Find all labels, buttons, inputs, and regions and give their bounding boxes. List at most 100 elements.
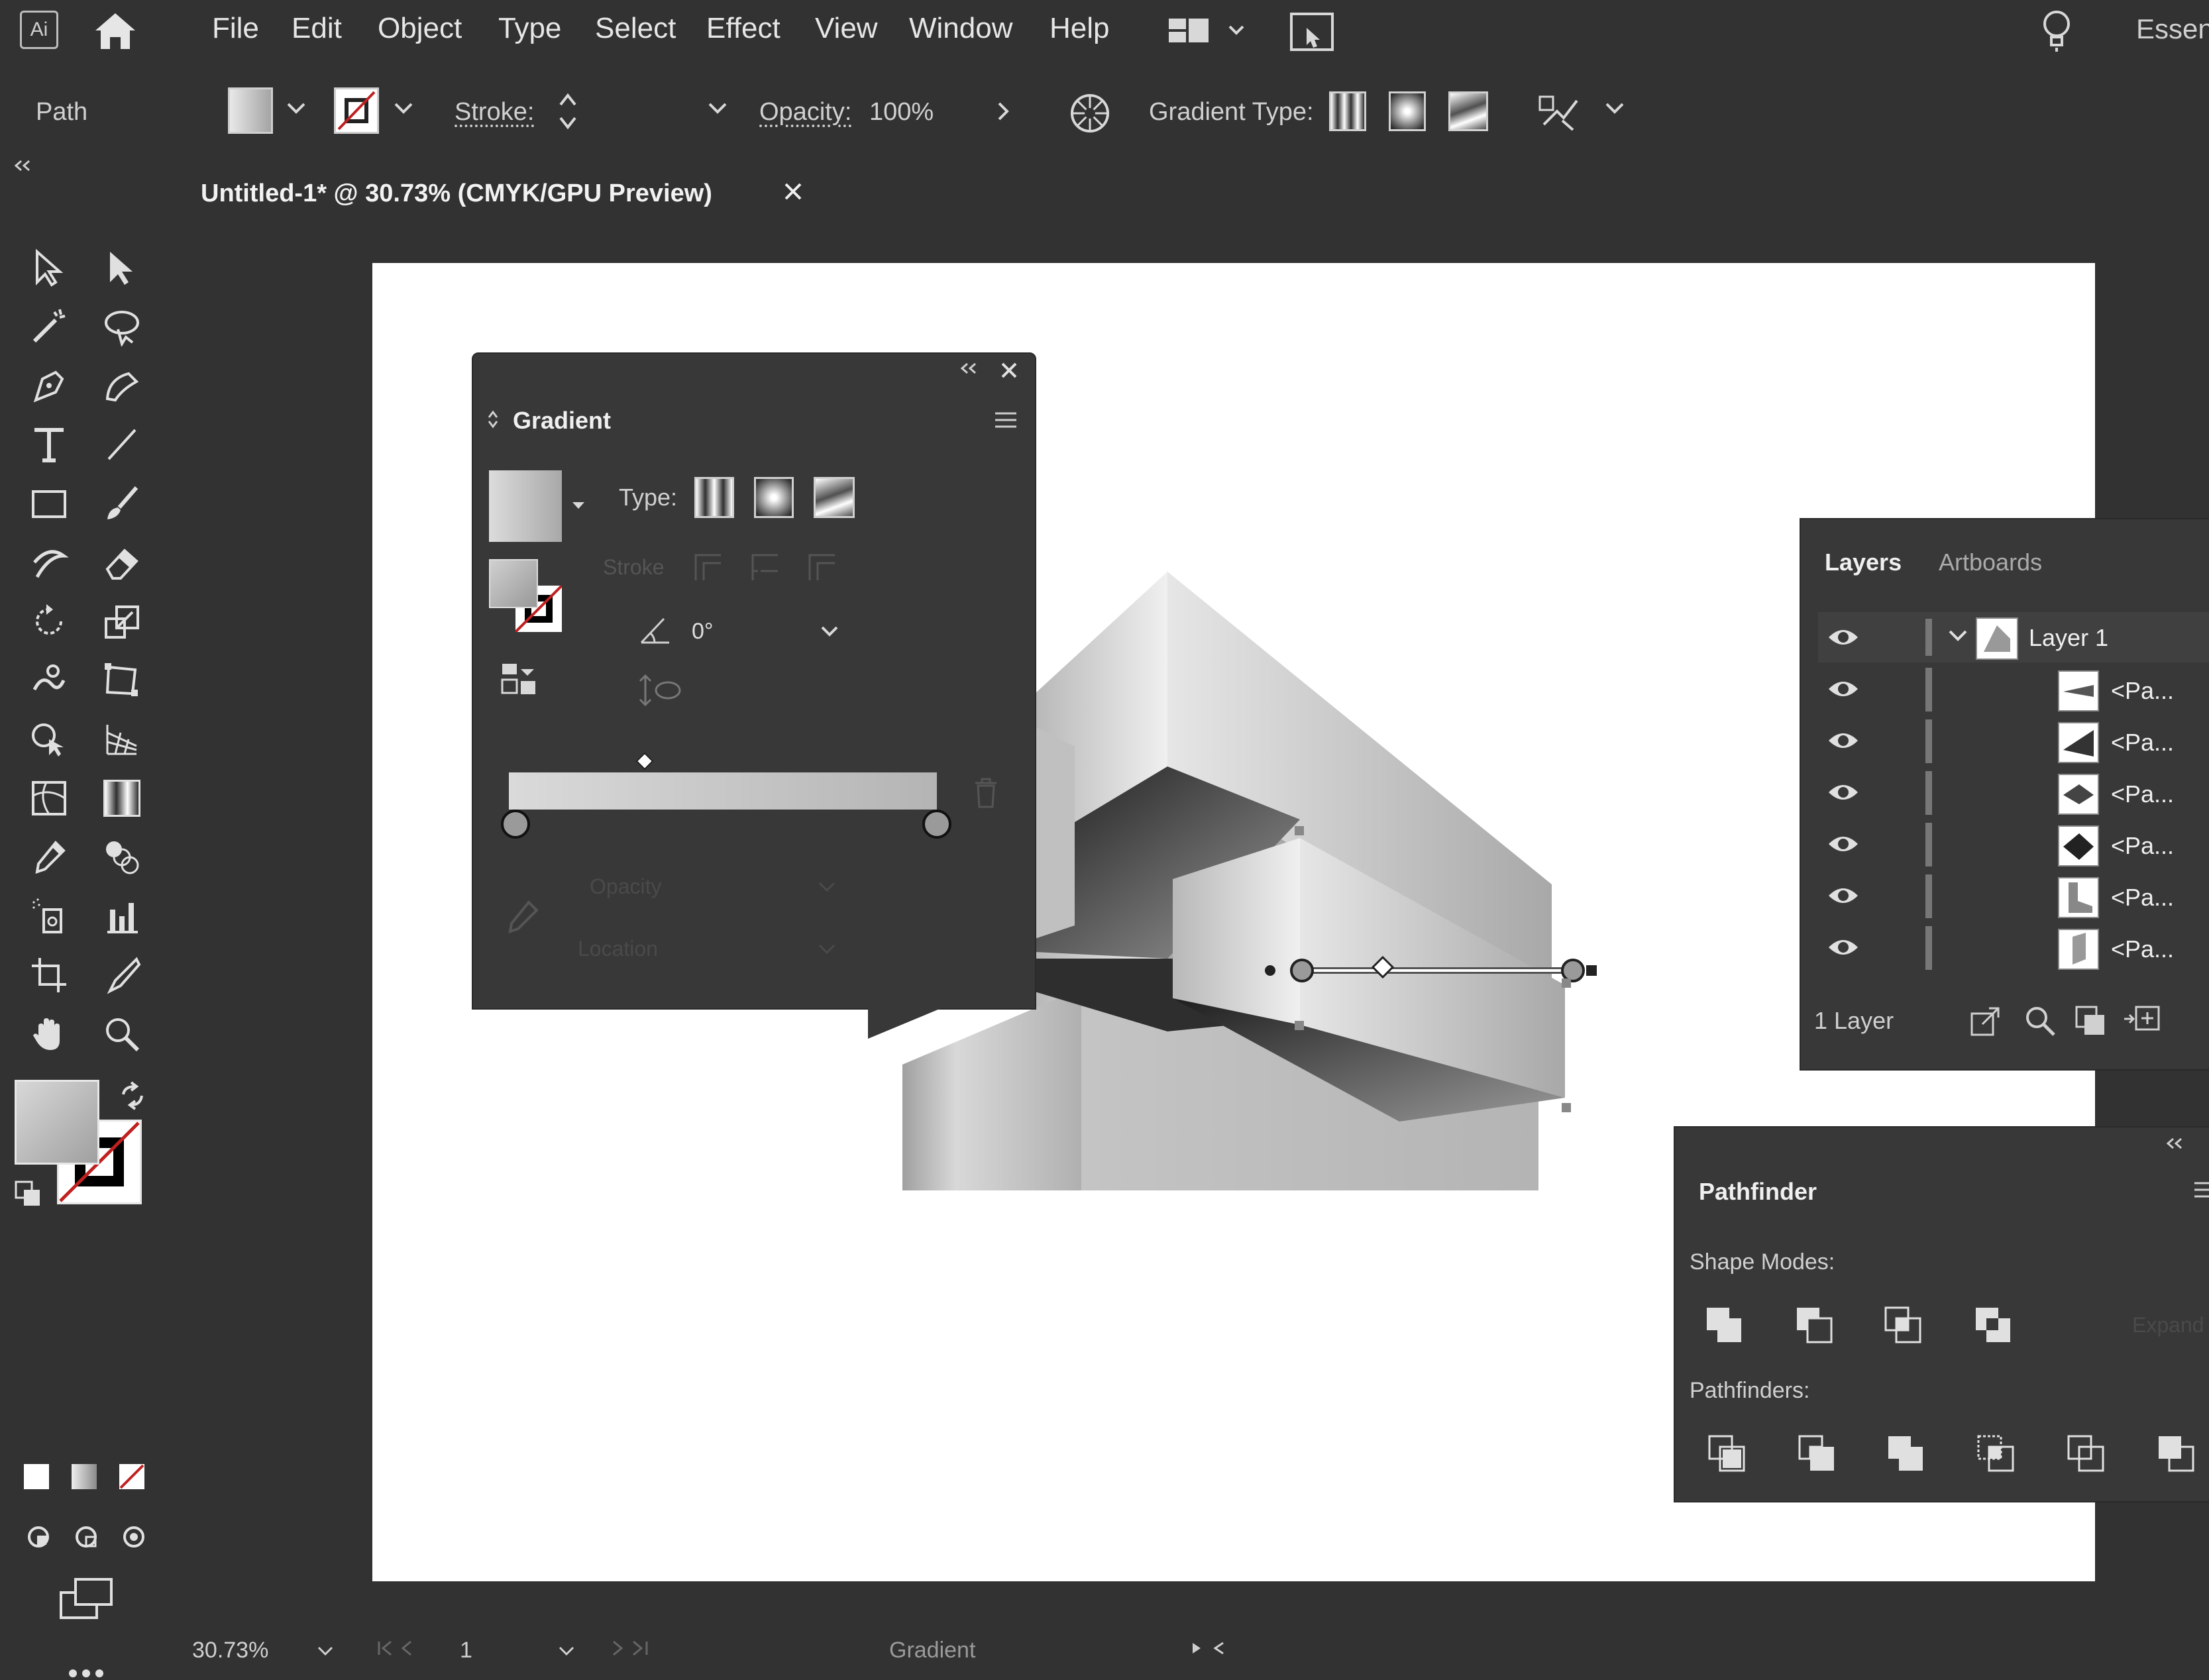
sublayer-name[interactable]: <Pa... [2111, 884, 2174, 912]
list-item[interactable]: <Pa... [1818, 870, 2209, 922]
sublayer-name[interactable]: <Pa... [2111, 780, 2174, 808]
sublayer-name[interactable]: <Pa... [2111, 935, 2174, 963]
draw-behind-icon[interactable] [72, 1522, 101, 1551]
recolor-artwork-icon[interactable] [1069, 93, 1110, 134]
unite-icon[interactable] [1704, 1305, 1744, 1345]
swap-fill-stroke-icon[interactable] [118, 1081, 147, 1110]
chevron-down-icon[interactable] [394, 102, 413, 115]
search-icon[interactable] [2023, 1004, 2057, 1037]
fill-color-swatch[interactable] [15, 1080, 99, 1165]
freeform-gradient-icon[interactable] [814, 477, 855, 518]
gradient-stop-right[interactable] [921, 808, 953, 840]
list-item[interactable]: <Pa... [1818, 664, 2209, 715]
new-sublayer-icon[interactable] [2122, 1004, 2161, 1037]
rectangle-tool-icon[interactable] [20, 474, 78, 533]
radial-gradient-icon[interactable] [1389, 91, 1426, 131]
stroke-label[interactable]: Stroke: [455, 98, 534, 127]
slice-icon[interactable] [93, 946, 151, 1004]
gradient-preview-swatch[interactable] [489, 470, 562, 542]
default-fill-stroke-icon[interactable] [13, 1179, 42, 1208]
stroke-weight-stepper-icon[interactable] [558, 90, 578, 132]
fill-stroke-mini-swatch[interactable] [489, 559, 562, 632]
artboard-number[interactable]: 1 [460, 1638, 472, 1663]
direct-selection-tool-icon[interactable] [93, 238, 151, 297]
chevron-down-icon[interactable] [708, 102, 727, 115]
perspective-grid-icon[interactable] [93, 710, 151, 768]
arrange-documents-icon[interactable] [1289, 12, 1334, 52]
eraser-icon[interactable] [93, 533, 151, 592]
eye-icon[interactable] [1826, 935, 1860, 959]
artboard-tool-icon[interactable] [20, 946, 78, 1004]
stroke-swatch[interactable] [334, 87, 379, 134]
shape-builder-icon[interactable] [20, 710, 78, 768]
menu-effect[interactable]: Effect [706, 12, 781, 45]
menu-window[interactable]: Window [909, 12, 1013, 45]
chevron-down-icon[interactable] [317, 1646, 334, 1656]
clipping-mask-icon[interactable] [2074, 1004, 2107, 1037]
chevron-down-icon[interactable] [1605, 102, 1625, 115]
type-tool-icon[interactable] [20, 415, 78, 474]
warp-icon[interactable] [20, 651, 78, 709]
hand-icon[interactable] [20, 1005, 78, 1063]
workspace-name[interactable]: Essen [2136, 13, 2209, 45]
minus-back-icon[interactable] [2156, 1434, 2196, 1473]
paintbrush-icon[interactable] [93, 474, 151, 533]
close-icon[interactable] [1000, 362, 1018, 379]
menu-view[interactable]: View [815, 12, 878, 45]
panel-menu-icon[interactable] [2193, 1181, 2209, 1199]
panel-menu-icon[interactable] [994, 411, 1018, 429]
menu-select[interactable]: Select [595, 12, 676, 45]
trim-icon[interactable] [1797, 1434, 1837, 1473]
lightbulb-icon[interactable] [2041, 8, 2073, 53]
layer-row-parent[interactable]: Layer 1 [1818, 612, 2209, 662]
chevron-down-icon[interactable] [571, 501, 586, 510]
eye-icon[interactable] [1826, 677, 1860, 701]
outline-icon[interactable] [2066, 1434, 2106, 1473]
radial-gradient-icon[interactable] [754, 477, 794, 518]
curvature-tool-icon[interactable] [93, 356, 151, 415]
list-item[interactable]: <Pa... [1818, 819, 2209, 870]
close-icon[interactable] [783, 182, 803, 201]
shaper-icon[interactable] [20, 533, 78, 592]
crop-icon[interactable] [1976, 1434, 2016, 1473]
eyedropper-icon[interactable] [20, 828, 78, 886]
free-transform-icon[interactable] [93, 651, 151, 709]
color-mode-icon[interactable] [24, 1464, 49, 1489]
magic-wand-icon[interactable] [20, 297, 78, 356]
line-tool-icon[interactable] [93, 415, 151, 474]
linear-gradient-icon[interactable] [1329, 91, 1366, 131]
menu-type[interactable]: Type [498, 12, 561, 45]
gradient-slider-bar[interactable] [509, 772, 937, 810]
eye-icon[interactable] [1826, 780, 1860, 804]
first-artboard-icon[interactable] [376, 1640, 423, 1656]
eye-icon[interactable] [1826, 625, 1860, 649]
selection-tool-icon[interactable] [20, 238, 78, 297]
zoom-icon[interactable] [93, 1005, 151, 1063]
chevron-down-icon[interactable] [558, 1646, 575, 1656]
last-artboard-icon[interactable] [611, 1640, 671, 1656]
panel-options-arrows-icon[interactable] [486, 408, 500, 431]
document-tab[interactable]: Untitled-1* @ 30.73% (CMYK/GPU Preview) [174, 167, 823, 221]
angle-value[interactable]: 0° [692, 619, 714, 645]
workspace-switcher-icon[interactable] [1167, 16, 1247, 45]
mesh-icon[interactable] [20, 769, 78, 827]
column-graph-icon[interactable] [93, 887, 151, 945]
home-icon[interactable] [91, 9, 139, 52]
freeform-gradient-icon[interactable] [1448, 91, 1488, 131]
sublayer-name[interactable]: <Pa... [2111, 729, 2174, 757]
tab-artboards[interactable]: Artboards [1939, 549, 2042, 576]
collapse-toolbar-icon[interactable] [13, 159, 33, 172]
chevron-down-icon[interactable] [820, 625, 839, 637]
more-tools-icon[interactable] [66, 1667, 106, 1680]
export-icon[interactable] [1969, 1004, 2002, 1037]
menu-help[interactable]: Help [1050, 12, 1110, 45]
eye-icon[interactable] [1826, 884, 1860, 908]
opacity-value[interactable]: 100% [869, 98, 934, 127]
chevron-down-icon[interactable] [1948, 629, 1968, 643]
fill-swatch[interactable] [228, 87, 273, 134]
collapse-panel-icon[interactable] [2165, 1137, 2185, 1150]
divide-icon[interactable] [1707, 1434, 1747, 1473]
layer-name[interactable]: Layer 1 [2029, 624, 2108, 652]
linear-gradient-icon[interactable] [694, 477, 734, 518]
eye-icon[interactable] [1826, 729, 1860, 753]
